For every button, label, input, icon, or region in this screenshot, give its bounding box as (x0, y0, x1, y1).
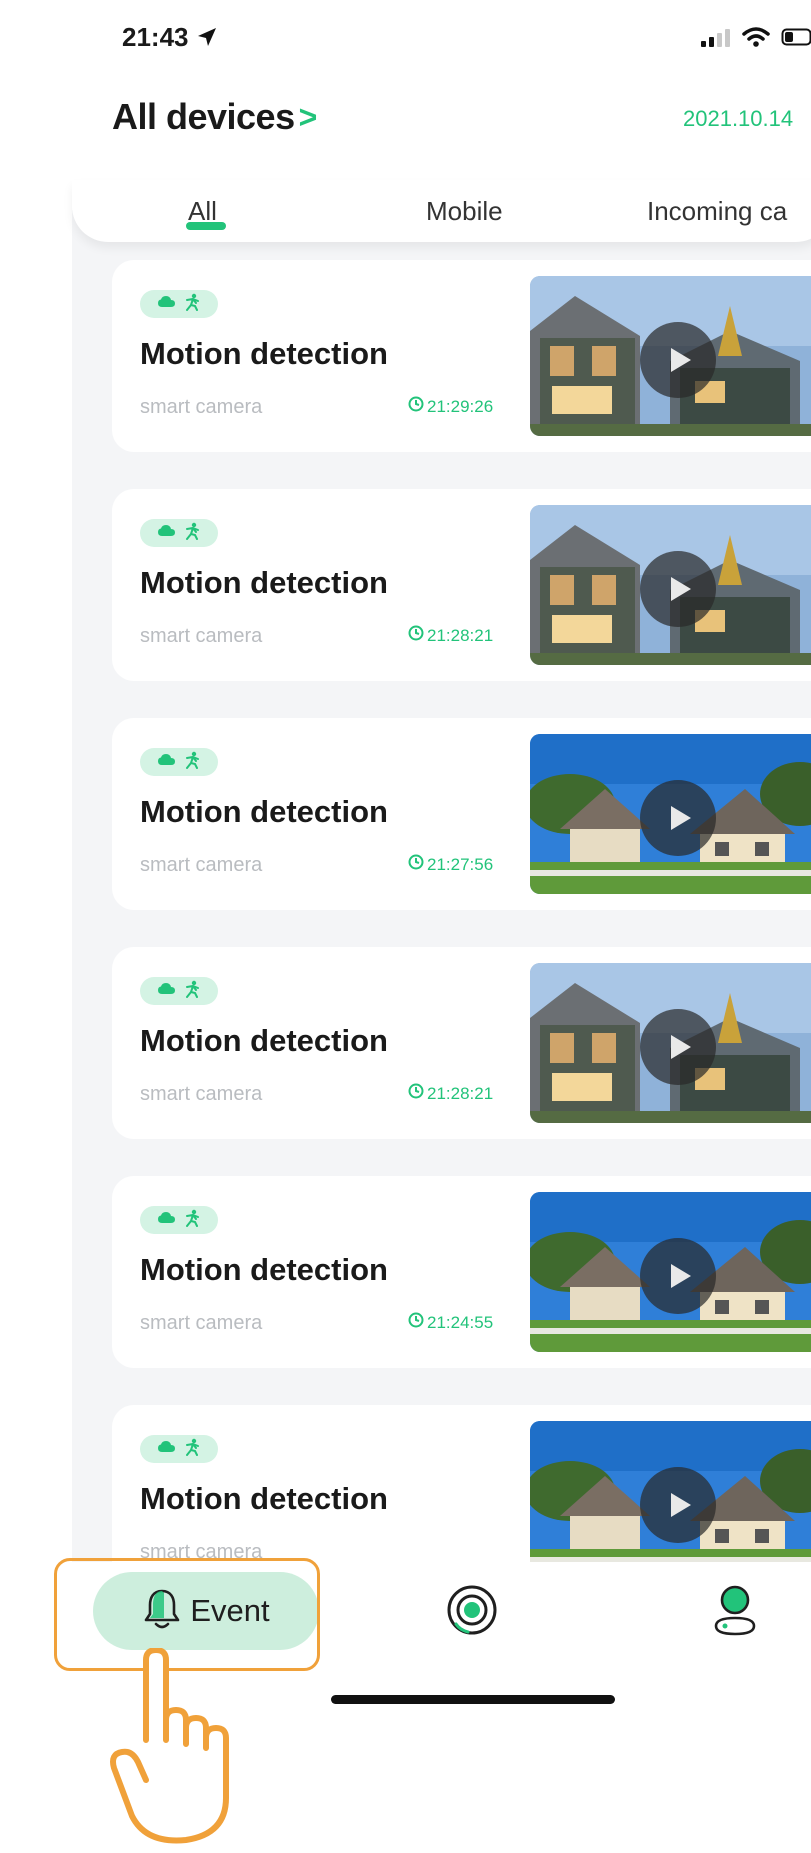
event-thumbnail[interactable] (530, 276, 811, 436)
event-thumbnail[interactable] (530, 734, 811, 894)
event-time: 21:24:55 (408, 1312, 493, 1333)
wifi-icon (741, 26, 771, 53)
chevron-right-icon: > (298, 98, 318, 135)
tab-mobile[interactable]: Mobile (426, 196, 503, 227)
cloud-icon (158, 295, 176, 314)
event-card[interactable]: Motion detection smart camera 21:24:55 (112, 1176, 811, 1368)
event-list[interactable]: Motion detection smart camera 21:29:26 M… (72, 210, 811, 1562)
running-person-icon (184, 293, 200, 316)
event-time: 21:29:26 (408, 396, 493, 417)
cloud-icon (158, 753, 176, 772)
play-icon[interactable] (640, 780, 716, 856)
cloud-icon (158, 982, 176, 1001)
cloud-icon (158, 1440, 176, 1459)
profile-icon[interactable] (712, 1582, 758, 1643)
date-selector[interactable]: 2021.10.14 (683, 106, 793, 132)
battery-icon (781, 26, 811, 53)
event-device: smart camera (140, 854, 263, 876)
event-time-text: 21:24:55 (427, 1312, 494, 1332)
event-type-badge (140, 977, 218, 1005)
event-card[interactable]: Motion detection smart camera 21:28:21 (112, 947, 811, 1139)
event-title: Motion detection (140, 336, 388, 371)
clock-icon (408, 625, 424, 646)
event-time: 21:28:21 (408, 625, 493, 646)
event-card[interactable]: Motion detection smart camera 21:28:21 (112, 489, 811, 681)
event-thumbnail[interactable] (530, 1421, 811, 1562)
location-arrow-icon (196, 24, 218, 55)
clock-icon (408, 1083, 424, 1104)
play-icon[interactable] (640, 1467, 716, 1543)
running-person-icon (184, 1209, 200, 1232)
event-time: 21:27:56 (408, 854, 493, 875)
event-title: Motion detection (140, 1252, 388, 1287)
event-title: Motion detection (140, 1023, 388, 1058)
status-icons (699, 26, 811, 53)
play-icon[interactable] (640, 551, 716, 627)
status-time-text: 21:43 (122, 22, 189, 52)
event-device: smart camera (140, 625, 263, 647)
event-thumbnail[interactable] (530, 1192, 811, 1352)
running-person-icon (184, 1438, 200, 1461)
event-thumbnail[interactable] (530, 505, 811, 665)
event-card[interactable]: Motion detection smart camera 21:27:56 (112, 718, 811, 910)
event-type-badge (140, 1206, 218, 1234)
running-person-icon (184, 522, 200, 545)
event-type-badge (140, 519, 218, 547)
event-title: Motion detection (140, 794, 388, 829)
camera-icon[interactable] (446, 1584, 498, 1641)
event-time-text: 21:28:21 (427, 625, 494, 645)
event-card[interactable]: Motion detection smart camera (112, 1405, 811, 1562)
all-devices-selector[interactable]: All devices > (112, 96, 317, 138)
event-time: 21:28:21 (408, 1083, 493, 1104)
home-indicator (331, 1695, 615, 1704)
page-title: All devices (112, 96, 295, 137)
clock-icon (408, 396, 424, 417)
event-device: smart camera (140, 1312, 263, 1334)
event-device: smart camera (140, 1083, 263, 1105)
tab-incoming-calls[interactable]: Incoming ca (647, 196, 787, 227)
event-title: Motion detection (140, 565, 388, 600)
tab-active-indicator (186, 222, 226, 230)
status-time: 21:43 (122, 22, 218, 55)
play-icon[interactable] (640, 1009, 716, 1085)
event-type-badge (140, 748, 218, 776)
event-time-text: 21:28:21 (427, 1083, 494, 1103)
running-person-icon (184, 980, 200, 1003)
tab-bar: All Mobile Incoming ca (72, 180, 811, 242)
event-type-badge (140, 290, 218, 318)
running-person-icon (184, 751, 200, 774)
cloud-icon (158, 524, 176, 543)
event-title: Motion detection (140, 1481, 388, 1516)
event-device: smart camera (140, 396, 263, 418)
signal-icon (699, 26, 731, 53)
clock-icon (408, 854, 424, 875)
hand-pointer-icon (108, 1647, 258, 1853)
clock-icon (408, 1312, 424, 1333)
event-card[interactable]: Motion detection smart camera 21:29:26 (112, 260, 811, 452)
event-type-badge (140, 1435, 218, 1463)
event-thumbnail[interactable] (530, 963, 811, 1123)
play-icon[interactable] (640, 1238, 716, 1314)
cloud-icon (158, 1211, 176, 1230)
event-time-text: 21:27:56 (427, 854, 494, 874)
play-icon[interactable] (640, 322, 716, 398)
event-time-text: 21:29:26 (427, 396, 494, 416)
